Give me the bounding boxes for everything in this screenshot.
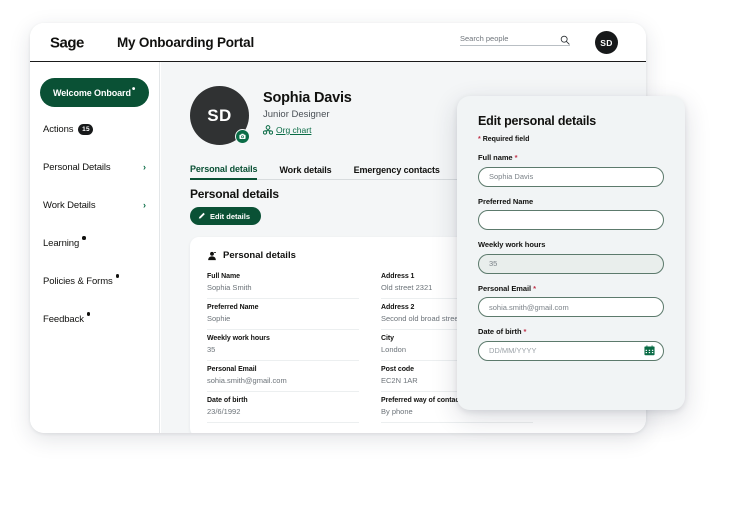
user-avatar-top[interactable]: SD [595,31,618,54]
required-field-label: Required field [482,136,530,143]
sidebar-item-welcome-onboard[interactable]: Welcome Onboard • [40,78,149,107]
form-group-date-of-birth: Date of birth * [478,327,664,361]
form-group-preferred-name: Preferred Name [478,196,664,230]
field-label: Preferred Name [207,304,259,311]
search-input[interactable] [460,34,548,43]
personal-email-field[interactable] [478,297,664,317]
page-title: Personal details [190,187,279,201]
actions-count-badge: 15 [78,123,94,135]
profile-info: Sophia Davis Junior Designer Org chart [263,86,352,135]
svg-text:Sage: Sage [50,34,84,51]
sidebar-item-feedback[interactable]: Feedback [30,303,159,335]
portal-title: My Onboarding Portal [117,34,255,50]
weekly-work-hours-label: Weekly work hours [478,240,546,249]
tab-personal-details[interactable]: Personal details [190,164,258,180]
sidebar-item-learning-label: Learning [43,237,80,249]
personal-email-label-text: Personal Email [478,283,532,293]
chevron-right-icon[interactable]: › [143,200,146,210]
sidebar-item-policies-forms-label: Policies & Forms [43,275,113,287]
personal-email-label: Personal Email * [478,284,664,293]
sidebar-item-learning[interactable]: Learning [30,227,159,259]
search-icon[interactable] [560,35,570,45]
welcome-onboard-label: Welcome Onboard [53,87,131,98]
tab-emergency-contacts[interactable]: Emergency contacts [354,165,440,179]
required-asterisk: * [512,153,518,162]
full-name-label-text: Full name [478,153,513,162]
org-chart-icon [263,125,273,135]
required-asterisk: * [478,136,481,143]
form-group-weekly-work-hours: Weekly work hours [478,240,664,274]
date-of-birth-input-wrap [478,340,664,361]
profile-avatar[interactable]: SD [190,86,250,145]
required-field-note: * Required field [478,136,664,143]
field-preferred-name: Preferred Name Sophie [207,299,359,330]
profile-name: Sophia Davis [263,90,352,106]
field-label: Date of birth [207,397,248,404]
sidebar: Welcome Onboard • Actions 15 Personal Det… [30,62,160,433]
field-label: Personal Email [207,366,257,373]
edit-personal-details-modal: Edit personal details * Required field F… [457,96,685,410]
notification-dot-icon [82,236,86,240]
sidebar-item-work-details-label: Work Details [43,199,96,211]
sidebar-item-actions-label: Actions [43,123,74,135]
profile-avatar-initials: SD [207,105,232,125]
edit-details-button[interactable]: Edit details [190,207,262,225]
chevron-right-icon[interactable]: › [143,162,146,172]
date-of-birth-field[interactable] [478,340,664,361]
field-value: 35 [207,345,216,354]
sidebar-item-policies-forms[interactable]: Policies & Forms [30,265,159,297]
required-asterisk: * [531,283,536,293]
sidebar-item-personal-details[interactable]: Personal Details › [30,151,159,183]
change-photo-camera-icon[interactable] [235,129,250,144]
org-chart-link[interactable]: Org chart [263,125,352,135]
notification-dot-icon [86,312,91,316]
date-of-birth-label-text: Date of birth [478,327,522,336]
required-asterisk: * [521,327,527,336]
preferred-name-label: Preferred Name [478,196,534,206]
top-bar: Sage My Onboarding Portal SD [30,23,646,62]
field-value: 23/6/1992 [207,407,241,416]
field-weekly-work-hours: Weekly work hours 35 [207,330,359,361]
field-value: Sophia Smith [207,283,252,292]
full-name-label: Full name * [478,153,664,162]
field-label: Weekly work hours [207,335,270,342]
search-box[interactable] [460,34,570,46]
edit-details-label: Edit details [210,211,251,221]
form-group-personal-email: Personal Email * [478,284,664,317]
sidebar-item-actions[interactable]: Actions 15 [30,113,159,145]
person-icon [207,251,217,261]
date-of-birth-label: Date of birth * [478,327,664,336]
field-date-of-birth: Date of birth 23/6/1992 [207,392,359,423]
modal-title: Edit personal details [478,114,597,128]
notification-dot-icon [115,274,120,278]
card-header-label: Personal details [223,250,296,261]
profile-role: Junior Designer [263,109,330,120]
tab-work-details[interactable]: Work details [279,165,331,179]
weekly-work-hours-field[interactable] [478,253,664,274]
field-value: Sophie [207,314,231,323]
screenshot-stage: Sage My Onboarding Portal SD Welcome Onb… [0,0,740,517]
form-group-full-name: Full name * [478,153,664,187]
sidebar-item-personal-details-label: Personal Details [43,161,111,173]
sidebar-item-feedback-label: Feedback [43,313,84,325]
full-name-field[interactable] [478,166,664,187]
pencil-icon [198,212,206,220]
welcome-onboard-asterisk: • [131,83,136,95]
field-full-name: Full Name Sophia Smith [207,268,359,299]
field-personal-email: Personal Email sohia.smith@gmail.com [207,361,359,392]
profile-header: SD Sophia Davis Junior Designer Org char… [190,86,352,145]
sage-logo-icon[interactable]: Sage [48,31,104,53]
field-value: sohia.smith@gmail.com [207,376,287,385]
sidebar-item-work-details[interactable]: Work Details › [30,189,159,221]
org-chart-label: Org chart [276,125,312,135]
calendar-icon[interactable] [644,345,655,356]
field-label: Full Name [207,273,241,280]
preferred-name-field[interactable] [478,210,664,230]
details-column-left: Full Name Sophia Smith Preferred Name So… [207,268,359,423]
